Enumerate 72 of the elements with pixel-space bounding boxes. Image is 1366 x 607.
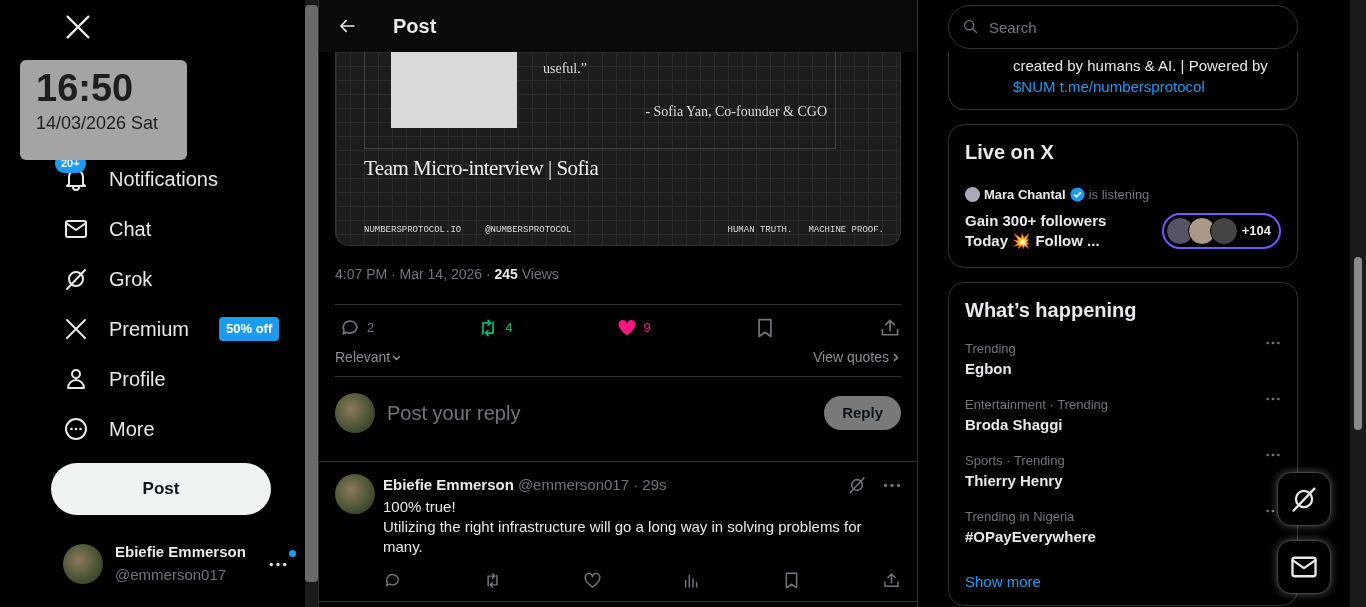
avatar xyxy=(335,393,375,433)
trend-context: Sports · Trending xyxy=(965,451,1065,470)
caret-icon xyxy=(392,354,402,361)
like-button[interactable]: 9 xyxy=(615,317,651,339)
trend-name[interactable]: Egbon xyxy=(965,358,1016,381)
nav-item[interactable]: Premium 50% off xyxy=(51,304,305,354)
trend-name[interactable]: Broda Shaggi xyxy=(965,414,1109,437)
more-icon xyxy=(267,561,288,567)
bio-link[interactable]: $NUM t.me/numbersprotocol xyxy=(1013,76,1281,97)
account-handle: @emmerson017 xyxy=(115,564,228,585)
trend-context: Trending xyxy=(965,339,1016,358)
avatar xyxy=(965,187,980,203)
more-icon xyxy=(63,416,89,442)
search-icon xyxy=(962,18,979,35)
share-icon xyxy=(882,570,901,590)
more-icon xyxy=(883,482,901,488)
post-timestamp: 4:07 PM · Mar 14, 2026 · 245 Views xyxy=(334,265,560,284)
footer-text: NUMBERSPROTOCOL.IO xyxy=(364,223,462,237)
heart-icon xyxy=(582,570,602,590)
share-button[interactable] xyxy=(882,570,901,590)
nav-item[interactable]: Chat xyxy=(51,204,305,254)
image-title: Team Micro-interview | Sofia xyxy=(364,155,600,182)
bio-text: created by humans & AI. | Powered by xyxy=(1013,56,1269,76)
listening-status: is listening xyxy=(1088,186,1150,204)
avatar xyxy=(1209,216,1238,245)
chevron-icon xyxy=(893,353,899,362)
space-title[interactable]: Gain 300+ followers Today 💥 Follow ... xyxy=(965,210,1135,251)
reply-button[interactable]: 2 xyxy=(339,317,375,339)
author-name: Ebiefie Emmerson xyxy=(383,475,514,495)
page-title: Post xyxy=(393,14,437,39)
host-name: Mara Chantal xyxy=(984,186,1066,204)
trend-name[interactable]: #OPayEverywhere xyxy=(965,526,1096,549)
slashed-circle-icon xyxy=(847,475,867,496)
more-icon xyxy=(1265,452,1281,457)
show-more-link[interactable]: Show more xyxy=(965,570,1281,593)
avatar xyxy=(63,543,103,584)
nav-item[interactable]: Grok xyxy=(51,254,305,304)
listeners-pill[interactable]: +104 xyxy=(1161,212,1281,249)
reply-text: 100% true! xyxy=(383,496,457,517)
like-button[interactable] xyxy=(582,570,602,590)
more-icon xyxy=(1265,340,1281,345)
footer-text: @NUMBERSPROTOCOL xyxy=(485,223,572,237)
clock-date: 14/03/2026 Sat xyxy=(36,111,160,135)
post-button[interactable]: Post xyxy=(51,463,271,515)
more-icon xyxy=(1265,396,1281,401)
view-quotes-link[interactable]: View quotes xyxy=(813,347,899,368)
clock-time: 16:50 xyxy=(36,68,135,110)
trend-name[interactable]: Thierry Henry xyxy=(965,470,1065,493)
quote-attribution: - Sofia Yan, Co-founder & CGO xyxy=(645,103,827,121)
account-name: Ebiefie Emmerson xyxy=(115,542,246,562)
nav-item[interactable]: Profile xyxy=(51,354,305,404)
search-field[interactable]: Search xyxy=(948,5,1298,49)
avatar xyxy=(335,474,375,514)
trend-context: Entertainment · Trending xyxy=(965,395,1109,414)
sort-dropdown[interactable]: Relevant xyxy=(335,347,402,368)
repost-button[interactable]: 4 xyxy=(477,317,513,339)
discount-tag: 50% off xyxy=(219,317,280,341)
card-title: What’s happening xyxy=(965,297,1138,323)
x-logo-icon xyxy=(63,12,93,42)
nav-item[interactable]: More xyxy=(51,404,305,454)
reply-text: Utilizing the right infrastructure will go a long way in solving problems for many. xyxy=(383,516,863,557)
author-handle: @emmerson017 · 29s xyxy=(517,475,667,495)
x-logo-icon xyxy=(63,316,89,342)
tagline-text: MACHINE PROOF. xyxy=(808,223,884,237)
slashed-circle-icon xyxy=(63,266,89,292)
quote-text: useful.” xyxy=(543,60,588,78)
slashed-circle-icon xyxy=(1289,484,1319,514)
card-title: Live on X xyxy=(965,140,1055,165)
trend-context: Trending in Nigeria xyxy=(965,507,1076,526)
grok-button[interactable] xyxy=(1277,472,1331,526)
tagline-text: HUMAN TRUTH. xyxy=(727,223,793,237)
messages-button[interactable] xyxy=(1277,540,1331,594)
